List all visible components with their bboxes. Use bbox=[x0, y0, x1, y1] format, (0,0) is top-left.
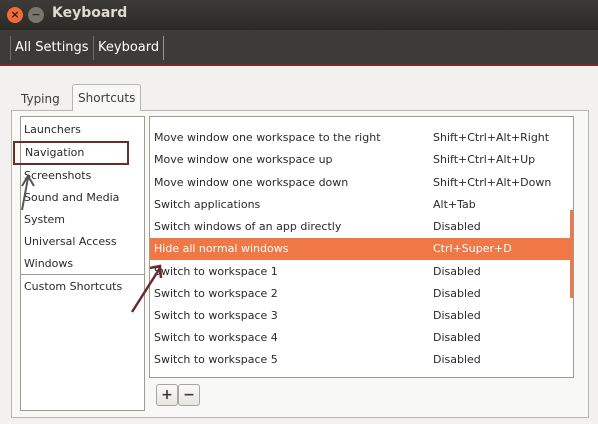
shortcut-accelerator[interactable]: Shift+Ctrl+Alt+Up bbox=[433, 149, 535, 171]
table-scrollbar[interactable] bbox=[570, 210, 573, 298]
minus-icon: − bbox=[183, 387, 195, 403]
shortcut-row[interactable]: Switch applications Alt+Tab bbox=[150, 194, 573, 216]
shortcut-action: Switch to workspace 5 bbox=[154, 353, 278, 366]
shortcut-accelerator[interactable]: Disabled bbox=[433, 305, 481, 327]
category-item-navigation[interactable]: Navigation bbox=[13, 141, 129, 165]
category-item-universal-access[interactable]: Universal Access bbox=[24, 233, 117, 251]
minimize-window-button[interactable]: − bbox=[28, 7, 44, 23]
shortcut-row[interactable]: Switch windows of an app directly Disabl… bbox=[150, 216, 573, 238]
plus-icon: + bbox=[161, 387, 173, 403]
minimize-icon: − bbox=[31, 8, 41, 21]
category-item-windows[interactable]: Windows bbox=[24, 255, 73, 273]
shortcut-row-selected[interactable]: Hide all normal windows Ctrl+Super+D bbox=[150, 238, 573, 260]
shortcut-action: Move window one workspace to the right bbox=[154, 131, 381, 144]
shortcut-button-bar: + − bbox=[149, 380, 574, 408]
shortcut-row[interactable]: Switch to workspace 4 Disabled bbox=[150, 327, 573, 349]
remove-shortcut-button[interactable]: − bbox=[178, 384, 200, 406]
shortcut-row[interactable]: Move window one workspace down Shift+Ctr… bbox=[150, 172, 573, 194]
shortcut-action: Switch to workspace 2 bbox=[154, 287, 278, 300]
shortcut-accelerator[interactable]: Shift+Ctrl+Alt+Down bbox=[433, 172, 551, 194]
shortcut-accelerator[interactable]: Disabled bbox=[433, 261, 481, 283]
shortcut-accelerator[interactable]: Disabled bbox=[433, 283, 481, 305]
shortcuts-table: Move window one workspace to the right S… bbox=[149, 116, 574, 378]
tab-shortcuts[interactable]: Shortcuts bbox=[72, 84, 142, 111]
shortcut-action: Move window one workspace down bbox=[154, 176, 349, 189]
category-item-screenshots[interactable]: Screenshots bbox=[24, 167, 91, 185]
close-window-button[interactable]: × bbox=[7, 7, 23, 23]
breadcrumb-all-settings[interactable]: All Settings bbox=[10, 36, 94, 60]
shortcut-row[interactable]: Switch to workspace 2 Disabled bbox=[150, 283, 573, 305]
category-item-sound-and-media[interactable]: Sound and Media bbox=[24, 189, 119, 207]
window-title: Keyboard bbox=[52, 5, 128, 21]
shortcut-action: Move window one workspace up bbox=[154, 153, 333, 166]
add-shortcut-button[interactable]: + bbox=[156, 384, 178, 406]
breadcrumb: All Settings Keyboard bbox=[0, 30, 598, 66]
title-bar: × − Keyboard bbox=[0, 0, 598, 30]
shortcut-action: Switch to workspace 4 bbox=[154, 331, 278, 344]
shortcut-action: Hide all normal windows bbox=[154, 242, 289, 255]
shortcut-accelerator[interactable]: Disabled bbox=[433, 216, 481, 238]
shortcut-row[interactable]: Switch to workspace 1 Disabled bbox=[150, 261, 573, 283]
category-divider bbox=[21, 274, 144, 275]
shortcut-accelerator[interactable]: Disabled bbox=[433, 327, 481, 349]
shortcut-accelerator[interactable]: Shift+Ctrl+Alt+Right bbox=[433, 127, 549, 149]
category-item-launchers[interactable]: Launchers bbox=[24, 121, 81, 139]
shortcut-row[interactable]: Move window one workspace up Shift+Ctrl+… bbox=[150, 149, 573, 171]
shortcut-action: Switch windows of an app directly bbox=[154, 220, 342, 233]
tab-typing[interactable]: Typing bbox=[16, 88, 65, 111]
shortcut-accelerator[interactable]: Ctrl+Super+D bbox=[433, 238, 512, 260]
category-item-system[interactable]: System bbox=[24, 211, 65, 229]
category-item-custom-shortcuts[interactable]: Custom Shortcuts bbox=[24, 278, 122, 296]
shortcut-accelerator[interactable]: Disabled bbox=[433, 349, 481, 371]
close-icon: × bbox=[10, 8, 20, 21]
shortcut-action: Switch applications bbox=[154, 198, 261, 211]
shortcut-action: Switch to workspace 1 bbox=[154, 265, 278, 278]
shortcut-row[interactable]: Switch to workspace 5 Disabled bbox=[150, 349, 573, 371]
shortcut-row[interactable]: Move window one workspace to the right S… bbox=[150, 127, 573, 149]
shortcut-accelerator[interactable]: Alt+Tab bbox=[433, 194, 476, 216]
shortcut-action: Switch to workspace 3 bbox=[154, 309, 278, 322]
breadcrumb-keyboard[interactable]: Keyboard bbox=[94, 36, 165, 60]
shortcut-row[interactable]: Switch to workspace 3 Disabled bbox=[150, 305, 573, 327]
category-list: Launchers Navigation Screenshots Sound a… bbox=[13, 116, 145, 411]
